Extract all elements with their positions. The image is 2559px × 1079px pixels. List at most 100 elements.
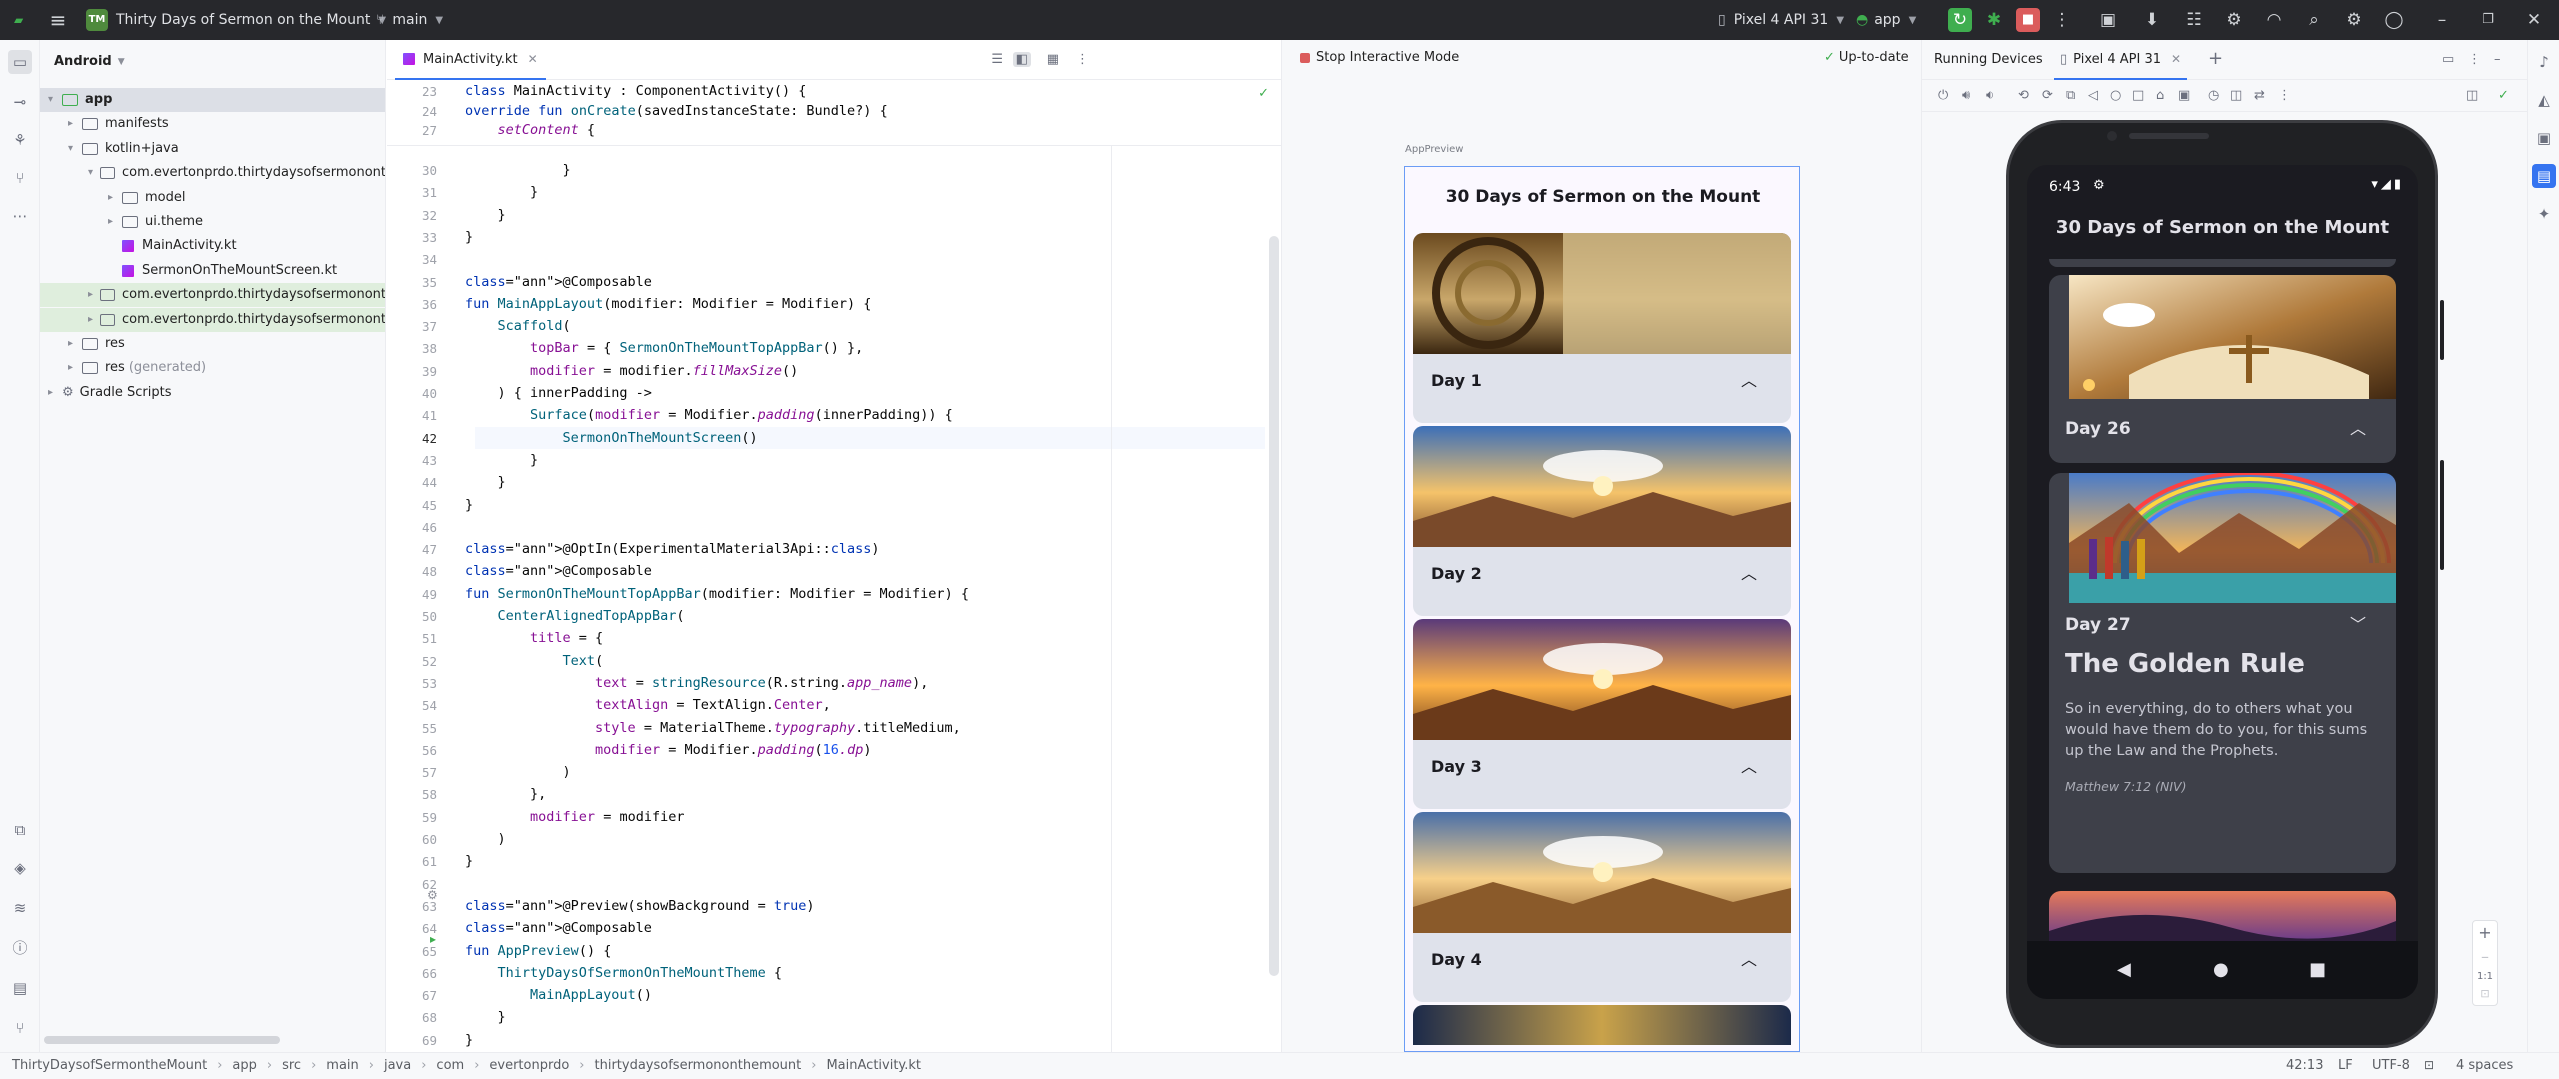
notifications-icon[interactable]: ♪ <box>2532 50 2556 74</box>
code-line[interactable]: class="ann">@Composable <box>465 563 652 579</box>
close-tab-icon[interactable]: ✕ <box>2171 52 2181 66</box>
code-line[interactable]: MainAppLayout() <box>465 987 652 1003</box>
tree-expand-icon[interactable]: ▸ <box>88 308 100 332</box>
tree-expand-icon[interactable]: ▸ <box>108 186 122 210</box>
chevron-down-icon[interactable]: ﹀ <box>2350 611 2366 635</box>
code-line[interactable]: Text( <box>465 653 604 669</box>
code-line[interactable]: } <box>465 162 571 178</box>
search-icon[interactable]: ⌕ <box>2302 8 2326 32</box>
code-line[interactable]: Surface(modifier = Modifier.padding(inne… <box>465 407 953 423</box>
code-line[interactable]: ) { innerPadding -> <box>465 385 652 401</box>
tree-row[interactable]: ▸ manifests <box>40 112 385 136</box>
code-line[interactable]: modifier = Modifier.padding(16.dp) <box>465 742 871 758</box>
layout-inspector-icon[interactable]: ☷ <box>2182 8 2206 32</box>
day-card[interactable]: Day 26 ︿ <box>2049 275 2396 463</box>
code-line[interactable]: SermonOnTheMountScreen() <box>465 430 758 446</box>
day-card-partial[interactable] <box>1413 1005 1791 1045</box>
debug-icon[interactable]: ✱ <box>1982 8 2006 32</box>
code-line[interactable]: fun SermonOnTheMountTopAppBar(modifier: … <box>465 586 969 602</box>
code-line[interactable]: text = stringResource(R.string.app_name)… <box>465 675 928 691</box>
close-icon[interactable]: ✕ <box>2522 8 2546 32</box>
tree-row[interactable]: ▾ app <box>40 88 385 112</box>
device-selector[interactable]: ▯ Pixel 4 API 31 ▼ <box>1718 0 1844 40</box>
tree-row[interactable]: ▸ res <box>40 332 385 356</box>
code-line[interactable]: } <box>465 184 538 200</box>
project-switcher[interactable]: TM Thirty Days of Sermon on the Mount ▼ <box>86 0 386 40</box>
device-tab[interactable]: ▯ Pixel 4 API 31 ✕ <box>2054 40 2188 80</box>
device-manager-icon[interactable]: ▣ <box>2096 8 2120 32</box>
editor-tab[interactable]: MainActivity.kt ✕ <box>395 40 546 80</box>
code-line[interactable]: modifier = modifier.fillMaxSize() <box>465 363 798 379</box>
minimize-panel-icon[interactable]: – <box>2494 52 2501 67</box>
main-menu-icon[interactable]: ≡ <box>46 8 70 32</box>
code-line[interactable]: } <box>465 497 473 513</box>
screenshot-icon[interactable]: ⌂ <box>2156 88 2164 103</box>
rerun-icon[interactable]: ↻ <box>1948 8 1972 32</box>
add-device-icon[interactable]: + <box>2208 48 2223 69</box>
build-variants-icon[interactable]: ⧉ <box>8 818 32 842</box>
code-line[interactable]: fun AppPreview() { <box>465 943 611 959</box>
nav-back-icon[interactable]: ◀ <box>2117 959 2131 980</box>
rotate-left-icon[interactable]: ⟲ <box>2018 88 2029 103</box>
tree-expand-icon[interactable]: ▸ <box>68 332 82 356</box>
breadcrumb-item[interactable]: com <box>436 1058 464 1073</box>
code-line[interactable]: class="ann">@OptIn(ExperimentalMaterial3… <box>465 541 880 557</box>
rotate-right-icon[interactable]: ⟳ <box>2042 88 2053 103</box>
gradle-tool-icon[interactable]: ◭ <box>2532 88 2556 112</box>
account-icon[interactable]: ◯ <box>2382 8 2406 32</box>
zoom-out-icon[interactable]: – <box>2473 947 2497 966</box>
gemini-icon[interactable]: ◈ <box>8 856 32 880</box>
file-encoding[interactable]: UTF-8 <box>2372 1058 2410 1073</box>
profiler-icon[interactable]: ◠ <box>2262 8 2286 32</box>
more-icon[interactable]: ⋮ <box>2468 52 2481 67</box>
volume-up-icon[interactable]: 🔊︎ <box>1962 88 1970 103</box>
pull-requests-icon[interactable]: ⑂ <box>8 166 32 190</box>
day-card[interactable]: Day 3 ︿ <box>1413 619 1791 809</box>
code-line[interactable]: override fun onCreate(savedInstanceState… <box>465 103 888 119</box>
code-view-icon[interactable]: ☰ <box>991 52 1003 67</box>
snapshot-icon[interactable]: ◷ <box>2208 88 2219 103</box>
tree-expand-icon[interactable]: ▸ <box>88 283 100 307</box>
back-icon[interactable]: ◁ <box>2088 88 2098 103</box>
screen-record-icon[interactable]: ▣ <box>2178 88 2190 103</box>
code-line[interactable]: ) <box>465 764 571 780</box>
tree-row[interactable]: SermonOnTheMountScreen.kt <box>40 259 385 283</box>
preview-frame[interactable]: 30 Days of Sermon on the Mount Day 1 ︿ Day… <box>1404 166 1800 1052</box>
terminal-icon[interactable]: ▤ <box>8 976 32 1000</box>
tree-expand-icon[interactable]: ▾ <box>48 88 62 112</box>
fold-icon[interactable]: ⧉ <box>2066 88 2075 103</box>
breadcrumb-item[interactable]: ThirtyDaysofSermontheMount <box>12 1058 207 1073</box>
zoom-in-icon[interactable]: + <box>2473 923 2497 942</box>
volume-down-icon[interactable]: 🔉︎ <box>1986 88 1994 103</box>
zoom-actual-size[interactable]: 1:1 <box>2473 971 2497 982</box>
code-line[interactable]: } <box>465 1032 473 1048</box>
preview-gear-icon[interactable]: ⚙ <box>427 888 438 902</box>
code-line[interactable]: CenterAlignedTopAppBar( <box>465 608 685 624</box>
branch-switcher[interactable]: ⑂ main ▼ <box>376 0 443 40</box>
code-line[interactable]: textAlign = TextAlign.Center, <box>465 697 831 713</box>
gradle-sync-icon[interactable]: ⚙ <box>2222 8 2246 32</box>
day-card-expanded[interactable]: Day 27 ﹀ The Golden Rule So in everythin… <box>2049 473 2396 873</box>
horizontal-scrollbar[interactable] <box>44 1036 280 1044</box>
more-tools-icon[interactable]: ⋯ <box>8 204 32 228</box>
lock-icon[interactable]: ⊡ <box>2424 1058 2434 1072</box>
more-icon[interactable]: ⋮ <box>2278 88 2291 103</box>
tree-row[interactable]: ▾ kotlin+java <box>40 137 385 161</box>
chevron-up-icon[interactable]: ︿ <box>1741 753 1757 777</box>
nav-home-icon[interactable]: ● <box>2213 959 2229 980</box>
zoom-fit-icon[interactable]: ⊡ <box>2473 987 2497 1000</box>
project-tool-icon[interactable]: ▭ <box>8 50 32 74</box>
tree-row[interactable]: ▸ ui.theme <box>40 210 385 234</box>
tree-row[interactable]: ▾ com.evertonprdo.thirtydaysofsermonont <box>40 161 385 185</box>
home-icon[interactable]: ○ <box>2110 88 2121 103</box>
chevron-up-icon[interactable]: ︿ <box>1741 946 1757 970</box>
problems-icon[interactable]: ⓘ <box>8 936 32 960</box>
tree-row[interactable]: MainActivity.kt <box>40 234 385 258</box>
breadcrumb-item[interactable]: MainActivity.kt <box>826 1058 921 1073</box>
tree-expand-icon[interactable]: ▸ <box>48 381 62 405</box>
sdk-manager-icon[interactable]: ⬇ <box>2140 8 2164 32</box>
device-manager-tool-icon[interactable]: ▣ <box>2532 126 2556 150</box>
mirror-icon[interactable]: ◫ <box>2230 88 2242 103</box>
chevron-up-icon[interactable]: ︿ <box>2350 415 2366 439</box>
tree-expand-icon[interactable]: ▸ <box>68 356 82 380</box>
